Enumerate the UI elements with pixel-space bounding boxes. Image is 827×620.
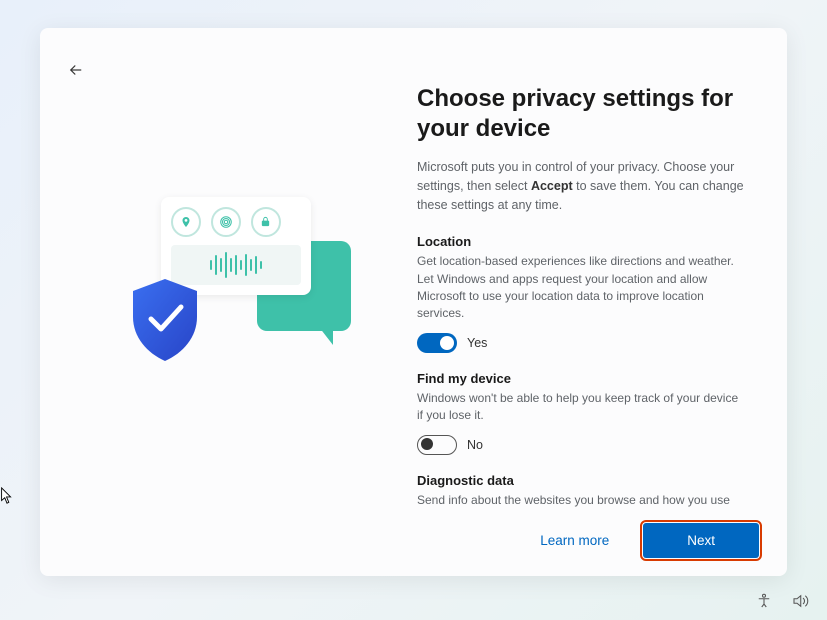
setting-title: Location: [417, 234, 747, 249]
illustration-pane: [64, 58, 417, 507]
page-title: Choose privacy settings for your device: [417, 84, 759, 144]
fingerprint-icon: [211, 207, 241, 237]
setting-description: Get location-based experiences like dire…: [417, 253, 747, 323]
location-pin-icon: [171, 207, 201, 237]
shield-check-icon: [127, 277, 203, 363]
cursor-icon: [0, 487, 14, 505]
setting-title: Diagnostic data: [417, 473, 747, 488]
setting-find-my-device: Find my device Windows won't be able to …: [417, 371, 747, 455]
lock-icon: [251, 207, 281, 237]
privacy-illustration: [131, 193, 351, 373]
learn-more-link[interactable]: Learn more: [522, 525, 627, 556]
setting-location: Location Get location-based experiences …: [417, 234, 747, 353]
settings-scroll-area[interactable]: Location Get location-based experiences …: [417, 234, 759, 507]
setting-title: Find my device: [417, 371, 747, 386]
page-description: Microsoft puts you in control of your pr…: [417, 158, 759, 214]
next-button[interactable]: Next: [643, 523, 759, 558]
toggle-state-label: No: [467, 438, 483, 452]
setting-description: Windows won't be able to help you keep t…: [417, 390, 747, 425]
system-tray: [755, 592, 809, 610]
back-button[interactable]: [64, 58, 88, 82]
setting-diagnostic-data: Diagnostic data Send info about the webs…: [417, 473, 747, 507]
volume-icon[interactable]: [791, 592, 809, 610]
find-my-device-toggle[interactable]: [417, 435, 457, 455]
accessibility-icon[interactable]: [755, 592, 773, 610]
privacy-settings-dialog: Choose privacy settings for your device …: [40, 28, 787, 576]
settings-pane: Choose privacy settings for your device …: [417, 58, 759, 507]
dialog-footer: Learn more Next: [40, 507, 787, 576]
dialog-content: Choose privacy settings for your device …: [40, 28, 787, 507]
location-toggle[interactable]: [417, 333, 457, 353]
setting-description: Send info about the websites you browse …: [417, 492, 747, 507]
arrow-left-icon: [67, 61, 85, 79]
toggle-state-label: Yes: [467, 336, 487, 350]
